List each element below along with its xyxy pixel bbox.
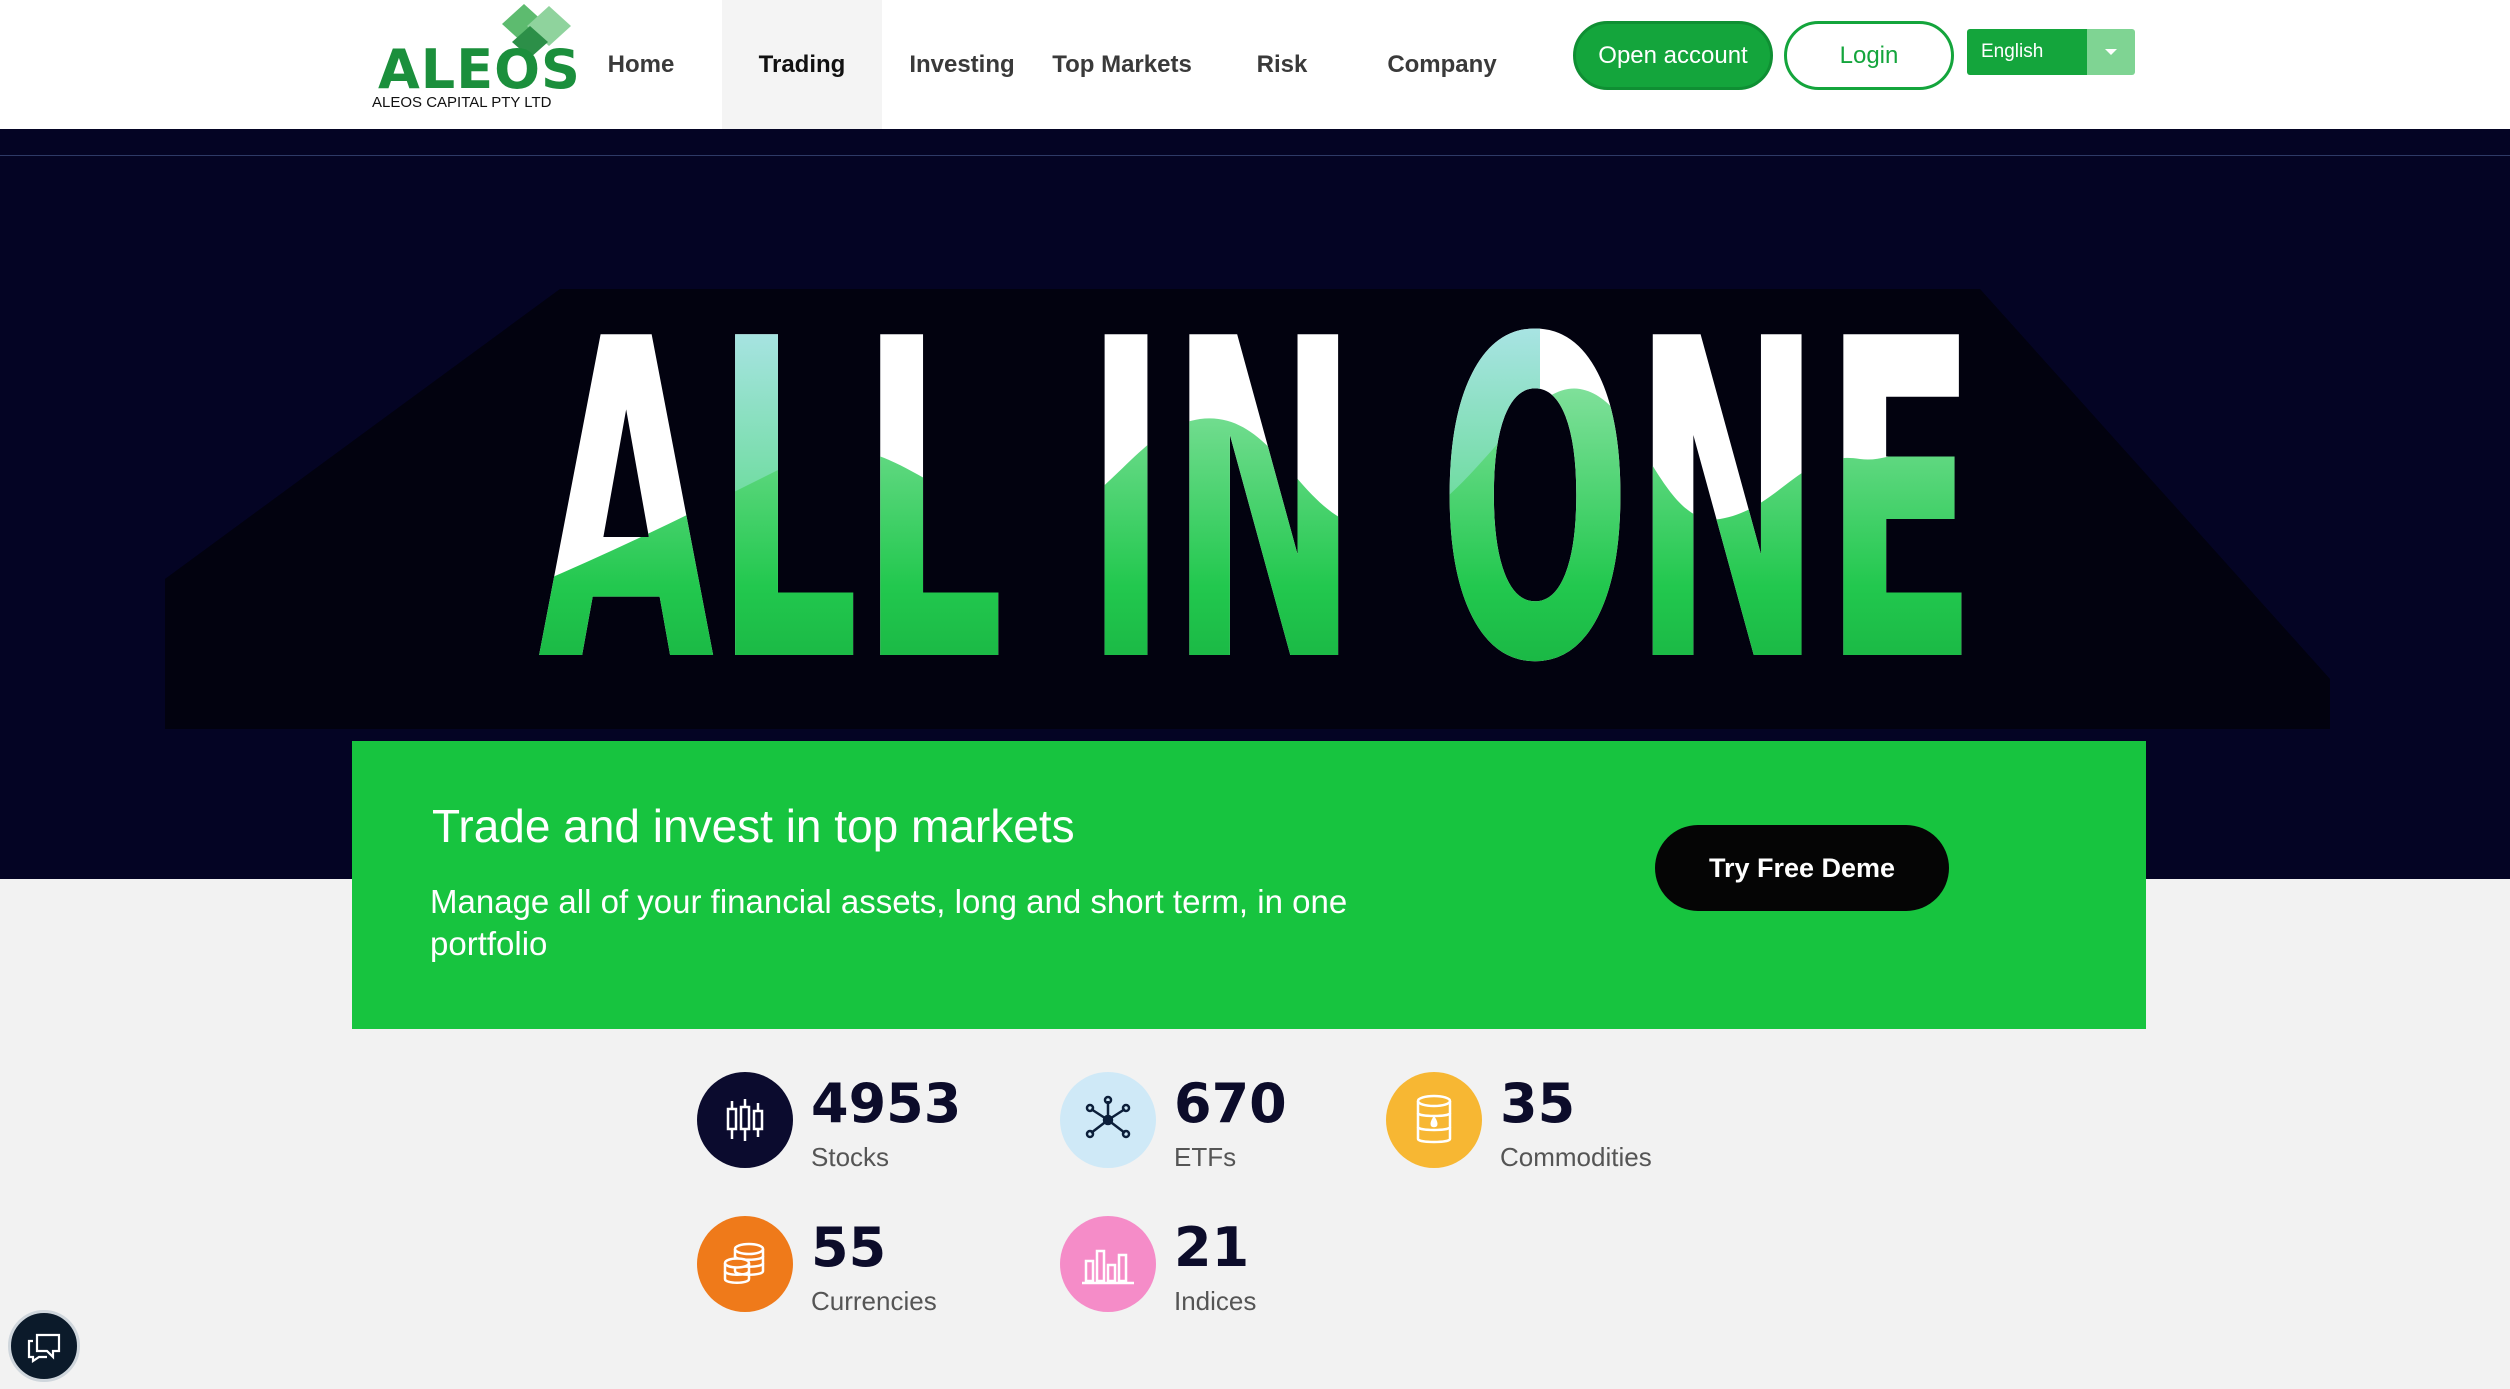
nav-investing[interactable]: Investing bbox=[882, 0, 1042, 129]
stat-commodities[interactable]: 35 Commodities bbox=[1386, 1072, 1706, 1172]
promo-title: Trade and invest in top markets bbox=[432, 800, 1075, 852]
nav-top-markets[interactable]: Top Markets bbox=[1042, 0, 1202, 129]
bar-chart-icon bbox=[1060, 1216, 1156, 1312]
stat-label: Indices bbox=[1174, 1286, 1257, 1316]
nav-risk[interactable]: Risk bbox=[1202, 0, 1362, 129]
try-free-demo-button[interactable]: Try Free Deme bbox=[1655, 825, 1949, 911]
logo-subtitle: ALEOS CAPITAL PTY LTD bbox=[372, 94, 552, 111]
candlestick-icon bbox=[697, 1072, 793, 1168]
promo-card: Trade and invest in top markets Manage a… bbox=[352, 741, 2146, 1029]
stat-label: ETFs bbox=[1174, 1142, 1237, 1172]
stat-stocks[interactable]: 4953 Stocks bbox=[697, 1072, 997, 1172]
nav-company[interactable]: Company bbox=[1362, 0, 1522, 129]
stat-currencies[interactable]: 55 Currencies bbox=[697, 1216, 997, 1316]
chat-icon bbox=[27, 1333, 61, 1363]
language-select[interactable]: English bbox=[1967, 29, 2135, 75]
network-icon bbox=[1060, 1072, 1156, 1168]
nav-trading[interactable]: Trading bbox=[722, 0, 882, 129]
stat-indices[interactable]: 21 Indices bbox=[1060, 1216, 1360, 1316]
stat-etfs[interactable]: 670 ETFs bbox=[1060, 1072, 1360, 1172]
barrel-icon bbox=[1386, 1072, 1482, 1168]
language-selected: English bbox=[1967, 29, 2087, 75]
open-account-button[interactable]: Open account bbox=[1573, 21, 1773, 90]
aleos-logo[interactable]: ALEOS ALEOS CAPITAL PTY LTD bbox=[372, 0, 592, 115]
chat-widget-button[interactable] bbox=[8, 1310, 80, 1382]
stat-label: Commodities bbox=[1500, 1142, 1652, 1172]
coins-icon bbox=[697, 1216, 793, 1312]
stat-value: 55 bbox=[811, 1216, 887, 1279]
nav-home[interactable]: Home bbox=[560, 0, 722, 129]
stat-value: 4953 bbox=[811, 1072, 962, 1135]
main-nav: Home Trading Investing Top Markets Risk … bbox=[560, 0, 1522, 129]
stat-value: 35 bbox=[1500, 1072, 1576, 1135]
stat-value: 670 bbox=[1174, 1072, 1287, 1135]
stat-value: 21 bbox=[1174, 1216, 1250, 1279]
site-header: ALEOS ALEOS CAPITAL PTY LTD Home Trading… bbox=[0, 0, 2510, 129]
chevron-down-icon bbox=[2087, 29, 2135, 75]
promo-description: Manage all of your financial assets, lon… bbox=[430, 883, 1348, 962]
logo-text: ALEOS bbox=[378, 38, 581, 101]
stat-label: Stocks bbox=[811, 1142, 890, 1172]
stat-label: Currencies bbox=[811, 1286, 937, 1316]
login-button[interactable]: Login bbox=[1784, 21, 1954, 90]
